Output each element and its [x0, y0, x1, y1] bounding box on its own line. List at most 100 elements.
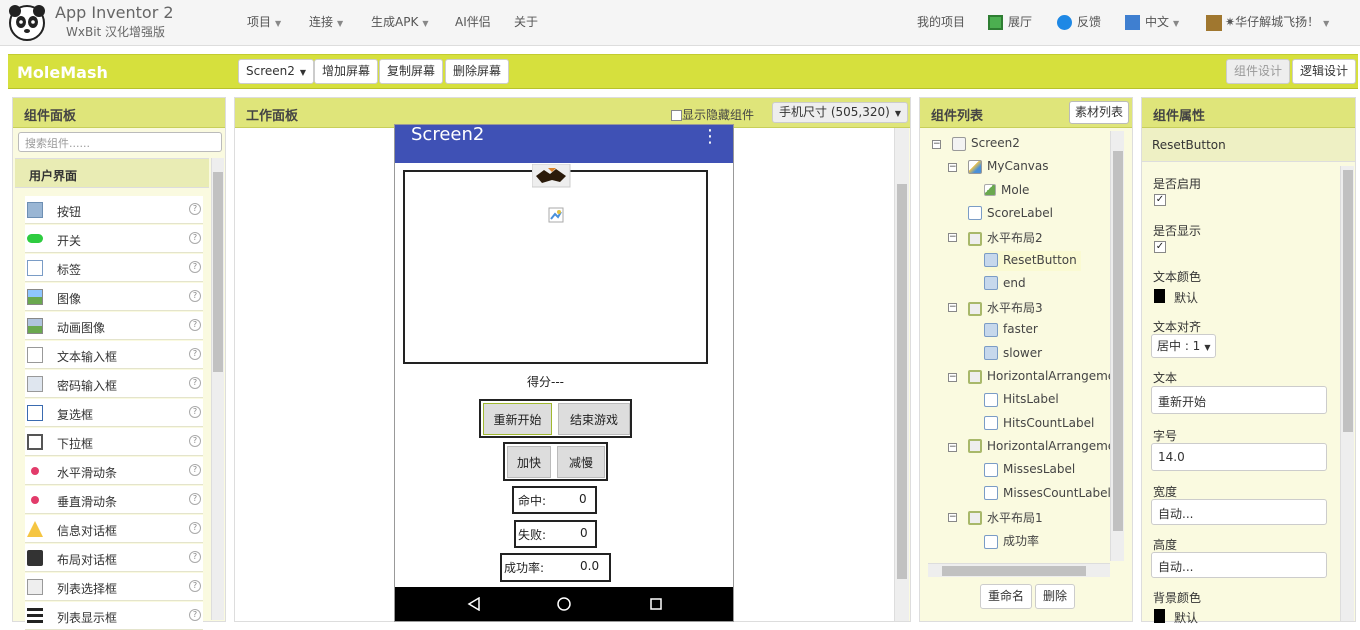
help-icon[interactable]: ? [189, 232, 201, 244]
overflow-menu-icon[interactable]: ⋮ [701, 127, 719, 147]
bg-color-value[interactable]: 默认 [1174, 609, 1198, 626]
help-icon[interactable]: ? [189, 290, 201, 302]
properties-scrollbar[interactable] [1340, 166, 1354, 621]
delete-component-button[interactable]: 删除 [1035, 584, 1076, 609]
help-icon[interactable]: ? [189, 377, 201, 389]
properties-scroll-thumb[interactable] [1343, 170, 1353, 432]
palette-scroll-thumb[interactable] [213, 172, 223, 372]
slower-button[interactable]: 减慢 [557, 446, 605, 478]
menu-build[interactable]: 生成APK ▼ [371, 13, 428, 30]
palette-item[interactable]: 复选框? [25, 399, 203, 427]
text-color-value[interactable]: 默认 [1174, 289, 1198, 306]
palette-search-input[interactable]: 搜索组件...... [18, 132, 222, 152]
palette-scrollbar[interactable] [211, 158, 224, 620]
media-list-button[interactable]: 素材列表 [1069, 101, 1130, 124]
tree-node[interactable]: HorizontalArrangemer [968, 367, 1110, 387]
tree-node[interactable]: 成功率 [984, 530, 1043, 550]
checkbox-box[interactable] [671, 110, 682, 121]
mole-sprite-icon[interactable] [532, 164, 572, 188]
menu-connect[interactable]: 连接 ▼ [309, 13, 343, 30]
text-input[interactable]: 重新开始 [1151, 386, 1327, 414]
tree-vscrollbar[interactable] [1110, 131, 1124, 561]
help-icon[interactable]: ? [189, 493, 201, 505]
restart-button[interactable]: 重新开始 [483, 403, 552, 435]
width-input[interactable]: 自动... [1151, 499, 1327, 525]
enabled-checkbox[interactable]: ✓ [1154, 194, 1166, 206]
user-menu[interactable]: ✷华仔解城飞扬！ ▼ [1206, 13, 1329, 31]
tree-node[interactable]: Mole [984, 181, 1033, 201]
help-icon[interactable]: ? [189, 406, 201, 418]
palette-item[interactable]: 布局对话框? [25, 544, 203, 572]
tree-node[interactable]: 水平布局3 [968, 297, 1047, 317]
bg-color-swatch[interactable] [1154, 609, 1165, 623]
menu-project[interactable]: 项目 ▼ [247, 13, 281, 30]
show-hidden-checkbox[interactable]: 显示隐藏组件 [671, 106, 754, 123]
faster-button[interactable]: 加快 [507, 446, 551, 478]
collapse-toggle-icon[interactable]: − [948, 512, 957, 522]
palette-item[interactable]: 信息对话框? [25, 515, 203, 543]
palette-item[interactable]: 列表选择框? [25, 573, 203, 601]
tree-node[interactable]: slower [984, 344, 1046, 364]
palette-item[interactable]: 图像? [25, 283, 203, 311]
height-input[interactable]: 自动... [1151, 552, 1327, 578]
blocks-button[interactable]: 逻辑设计 [1292, 59, 1357, 84]
text-align-select[interactable]: 居中 : 1 ▼ [1151, 334, 1217, 358]
viewer-scroll-thumb[interactable] [897, 184, 907, 579]
help-icon[interactable]: ? [189, 464, 201, 476]
help-icon[interactable]: ? [189, 203, 201, 215]
gallery-link[interactable]: 展厅 [988, 13, 1032, 30]
tree-node[interactable]: faster [984, 320, 1042, 340]
palette-item[interactable]: 密码输入框? [25, 370, 203, 398]
language-menu[interactable]: 中文 ▼ [1125, 13, 1179, 30]
tree-node[interactable]: MissesCountLabel [984, 484, 1110, 504]
tree-node[interactable]: HitsLabel [984, 390, 1063, 410]
copy-screen-button[interactable]: 复制屏幕 [379, 59, 444, 84]
palette-item[interactable]: 开关? [25, 225, 203, 253]
help-icon[interactable]: ? [189, 551, 201, 563]
my-projects-link[interactable]: 我的项目 [917, 13, 965, 30]
menu-about[interactable]: 关于 [514, 13, 538, 30]
help-icon[interactable]: ? [189, 319, 201, 331]
palette-item[interactable]: 标签? [25, 254, 203, 282]
device-size-select[interactable]: 手机尺寸 (505,320) ▼ [772, 102, 908, 123]
palette-item[interactable]: 动画图像? [25, 312, 203, 340]
tree-node[interactable]: HorizontalArrangemer [968, 437, 1110, 457]
tree-node[interactable]: MissesLabel [984, 460, 1079, 480]
palette-category-user-interface[interactable]: 用户界面 [15, 158, 209, 188]
font-size-input[interactable]: 14.0 [1151, 443, 1327, 471]
screen-select[interactable]: Screen2 ▼ [238, 59, 315, 84]
palette-item[interactable]: 下拉框? [25, 428, 203, 456]
visible-checkbox[interactable]: ✓ [1154, 241, 1166, 253]
viewer-scrollbar[interactable] [894, 128, 909, 621]
help-icon[interactable]: ? [189, 261, 201, 273]
collapse-toggle-icon[interactable]: − [948, 373, 957, 382]
palette-item[interactable]: 列表显示框? [25, 602, 203, 630]
help-icon[interactable]: ? [189, 435, 201, 447]
tree-hscroll-thumb[interactable] [942, 566, 1086, 576]
add-screen-button[interactable]: 增加屏幕 [314, 59, 379, 84]
help-icon[interactable]: ? [189, 522, 201, 534]
panda-logo-icon[interactable] [8, 4, 46, 42]
collapse-toggle-icon[interactable]: − [932, 140, 941, 149]
help-icon[interactable]: ? [189, 609, 201, 621]
tree-node[interactable]: end [984, 274, 1030, 294]
tree-node[interactable]: 水平布局2 [968, 227, 1047, 247]
collapse-toggle-icon[interactable]: − [948, 303, 957, 313]
tree-node[interactable]: ScoreLabel [968, 204, 1057, 224]
text-color-swatch[interactable] [1154, 289, 1165, 303]
designer-button[interactable]: 组件设计 [1226, 59, 1291, 84]
rename-button[interactable]: 重命名 [980, 584, 1033, 609]
tree-node[interactable]: ResetButton [984, 250, 1081, 271]
delete-screen-button[interactable]: 删除屏幕 [445, 59, 510, 84]
collapse-toggle-icon[interactable]: − [948, 442, 957, 452]
palette-item[interactable]: 按钮? [25, 196, 203, 224]
menu-ai-companion[interactable]: AI伴侣 [455, 13, 491, 30]
tree-node[interactable]: HitsCountLabel [984, 414, 1098, 434]
my-canvas[interactable] [403, 164, 708, 364]
feedback-link[interactable]: 反馈 [1057, 13, 1101, 30]
tree-node[interactable]: Screen2 [952, 134, 1024, 154]
end-game-button[interactable]: 结束游戏 [558, 403, 630, 435]
palette-item[interactable]: 垂直滑动条? [25, 486, 203, 514]
tree-vscroll-thumb[interactable] [1113, 151, 1123, 531]
help-icon[interactable]: ? [189, 348, 201, 360]
